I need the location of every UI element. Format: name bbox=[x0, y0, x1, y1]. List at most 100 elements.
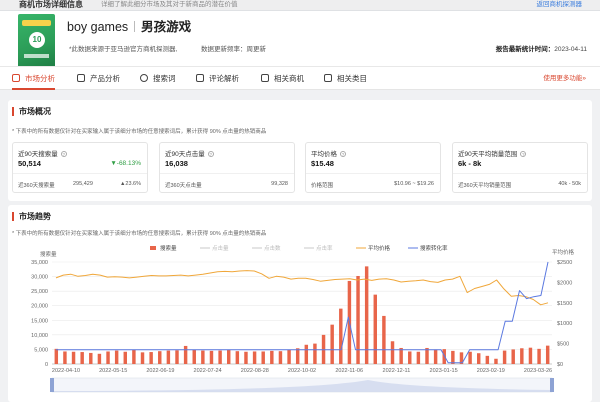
tab-review-analysis[interactable]: 评论解析 bbox=[196, 67, 239, 90]
search-volume-bar bbox=[54, 348, 59, 364]
tab-label: 相关类目 bbox=[337, 74, 367, 83]
search-volume-bar bbox=[511, 349, 515, 364]
search-volume-bar bbox=[192, 350, 196, 364]
tab-related-categories[interactable]: 相关类目 bbox=[324, 67, 367, 90]
y-right-tick-label: $2500 bbox=[557, 260, 572, 266]
tab-label: 评论解析 bbox=[209, 74, 239, 83]
x-tick-label: 2022-06-19 bbox=[146, 368, 174, 374]
help-icon[interactable]: ? bbox=[207, 151, 214, 157]
search-volume-bar bbox=[408, 351, 412, 364]
tab-label: 搜索词 bbox=[153, 74, 176, 83]
card-label: 近90天平均销量范围? bbox=[458, 151, 527, 158]
search-volume-bar bbox=[399, 347, 403, 364]
tab-bar: 市场分析 产品分析 搜索词 评论解析 相关商机 相关类目 使用更多功能» bbox=[0, 66, 600, 90]
search-volume-bar bbox=[227, 350, 231, 364]
search-volume-bar bbox=[278, 351, 283, 364]
search-volume-bar bbox=[71, 351, 76, 364]
search-icon bbox=[140, 74, 148, 82]
tab-search-terms[interactable]: 搜索词 bbox=[140, 67, 176, 90]
search-volume-bar bbox=[494, 358, 498, 364]
y-left-tick-label: 15,000 bbox=[31, 318, 48, 324]
search-volume-bar bbox=[304, 344, 309, 364]
x-tick-label: 2022-04-10 bbox=[52, 368, 80, 374]
comment-icon bbox=[196, 74, 204, 82]
x-tick-label: 2022-08-28 bbox=[241, 368, 269, 374]
tab-market-analysis[interactable]: 市场分析 bbox=[12, 67, 55, 90]
tab-related-opportunities[interactable]: 相关商机 bbox=[261, 67, 304, 90]
search-volume-bar bbox=[330, 324, 334, 364]
thumbnail-banner bbox=[22, 20, 51, 26]
search-volume-bar bbox=[97, 353, 102, 364]
card-sub-label: 价格范围 bbox=[311, 183, 334, 189]
page-subtitle: 详细了解此细分市场及其对于新商品的潜在价值 bbox=[101, 1, 238, 8]
tab-label: 市场分析 bbox=[25, 74, 55, 83]
title-divider bbox=[134, 21, 136, 32]
market-trend-title: 市场趋势 bbox=[12, 212, 51, 221]
product-thumbnail: 10 bbox=[18, 14, 55, 68]
back-to-explorer-link[interactable]: 返回商机探测器 bbox=[537, 0, 583, 9]
help-icon[interactable]: ? bbox=[520, 151, 527, 157]
y-left-tick-label: 10,000 bbox=[31, 333, 48, 339]
search-volume-bar bbox=[433, 349, 438, 364]
market-trend-chart: 搜索量 点击量 点击数 点击率 平均价格 搜索转化率搜索量 平均价格05,00010,000… bbox=[31, 244, 575, 393]
search-volume-bar bbox=[166, 350, 171, 364]
search-volume-bar bbox=[425, 347, 429, 364]
zoom-handle-right[interactable] bbox=[550, 378, 554, 392]
search-volume-bar bbox=[261, 351, 265, 364]
update-frequency-note: 数据更新频率：周更新 bbox=[201, 46, 266, 53]
tab-product-analysis[interactable]: 产品分析 bbox=[77, 67, 120, 90]
y-right-tick-label: $1000 bbox=[557, 321, 572, 327]
search-volume-bar bbox=[140, 352, 145, 364]
help-icon[interactable]: ? bbox=[60, 151, 67, 157]
report-date-label: 报告最新统计时间： bbox=[495, 46, 555, 53]
report-date-value: 2023-04-11 bbox=[554, 46, 587, 53]
card-divider bbox=[306, 173, 440, 174]
x-tick-label: 2022-11-06 bbox=[335, 368, 363, 374]
search-volume-bar bbox=[502, 350, 507, 364]
x-tick-label: 2023-03-26 bbox=[524, 368, 552, 374]
market-trend-note: * 下表中的所有数据仅针对在买家输入属于该细分市场的任意搜索词后，累计获得 90… bbox=[12, 231, 267, 237]
x-tick-label: 2023-01-15 bbox=[430, 368, 458, 374]
page-title: 商机市场详细信息 bbox=[19, 0, 83, 9]
search-volume-bar bbox=[468, 351, 472, 364]
zoom-handle-left[interactable] bbox=[50, 378, 54, 392]
search-volume-bar bbox=[106, 351, 110, 364]
card-sub-label: 近360天点击量 bbox=[165, 183, 202, 189]
search-volume-bar bbox=[390, 341, 395, 364]
card-sub-label: 近360天平均销量范围 bbox=[458, 183, 512, 189]
legend-label: 点击量 bbox=[212, 244, 229, 252]
niche-title: boy games 男孩游戏 bbox=[67, 20, 191, 34]
help-icon[interactable]: ? bbox=[340, 151, 346, 157]
x-tick-label: 2022-07-24 bbox=[194, 368, 222, 374]
card-sub-value: $10.96 ~ $19.26 bbox=[394, 181, 434, 187]
search-volume-bar bbox=[545, 345, 550, 364]
card-sub-value: 295,429 bbox=[73, 181, 93, 187]
x-tick-label: 2022-05-15 bbox=[99, 368, 127, 374]
search-volume-bar bbox=[451, 350, 455, 364]
report-date: 报告最新统计时间：2023-04-11 bbox=[496, 43, 587, 53]
card-value: $15.48 bbox=[311, 159, 334, 168]
search-volume-bar bbox=[287, 349, 291, 364]
more-features-link[interactable]: 使用更多功能» bbox=[543, 67, 586, 90]
search-volume-bar bbox=[89, 352, 93, 364]
y-right-tick-label: $500 bbox=[557, 342, 569, 348]
search-volume-bar bbox=[295, 348, 300, 364]
card-sub-value: 40k - 50k bbox=[558, 181, 581, 187]
x-tick-label: 2022-12-11 bbox=[383, 368, 411, 374]
search-volume-bar bbox=[132, 350, 136, 364]
search-volume-bar bbox=[209, 350, 214, 364]
y-right-tick-label: $1500 bbox=[557, 301, 572, 307]
y-left-tick-label: 35,000 bbox=[31, 260, 48, 266]
y-left-tick-label: 20,000 bbox=[31, 304, 48, 310]
tab-label: 相关商机 bbox=[274, 74, 304, 83]
chart-icon bbox=[12, 74, 20, 82]
y-right-tick-label: $0 bbox=[557, 362, 563, 368]
niche-name-en: boy games bbox=[67, 20, 129, 34]
click-volume-card: 近90天点击量? 16,038 近360天点击量 99,328 bbox=[159, 142, 295, 193]
average-price-card: 平均价格? $15.48 价格范围 $10.96 ~ $19.26 bbox=[305, 142, 441, 193]
y-left-tick-label: 0 bbox=[45, 362, 48, 368]
search-volume-bar bbox=[528, 347, 533, 364]
legend-label: 搜索转化率 bbox=[420, 244, 448, 252]
card-label: 近90天点击量? bbox=[165, 151, 214, 158]
y-right-tick-label: $2000 bbox=[557, 280, 572, 286]
